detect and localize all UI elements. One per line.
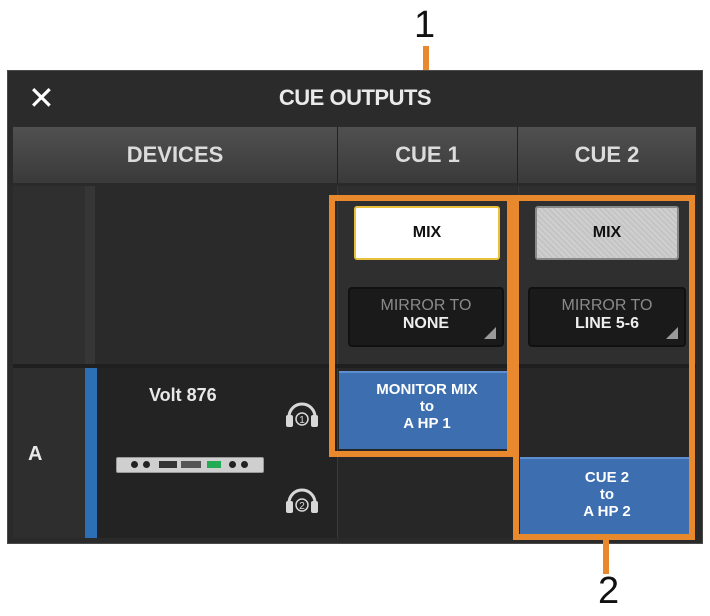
device-name: Volt 876 (149, 385, 217, 405)
settings-row-device-cell (95, 186, 337, 364)
callout-leader-line-2 (603, 537, 609, 574)
headphone-1-icon: 1 (286, 402, 318, 427)
column-header-cue-2: CUE 2 (518, 127, 696, 183)
headphone-2-icon: 2 (286, 488, 318, 513)
callout-number-1: 1 (414, 4, 436, 46)
device-letter-cell (13, 368, 85, 538)
callout-highlight-cue-2 (513, 195, 695, 540)
callout-number-2: 2 (598, 570, 620, 612)
column-header-cue-1: CUE 1 (338, 127, 518, 183)
callout-highlight-cue-1 (329, 195, 513, 457)
column-header-devices: DEVICES (13, 127, 338, 183)
window-title: CUE OUTPUTS (278, 85, 432, 110)
device-color-bar (85, 368, 97, 538)
device-image (116, 457, 264, 473)
settings-row-divider (85, 186, 95, 364)
headphone-2-label: 2 (299, 501, 305, 512)
headphone-1-label: 1 (299, 415, 305, 426)
device-letter: A (28, 443, 43, 465)
title-bar: ✕ CUE OUTPUTS (8, 71, 702, 127)
settings-row-gutter (13, 186, 85, 364)
